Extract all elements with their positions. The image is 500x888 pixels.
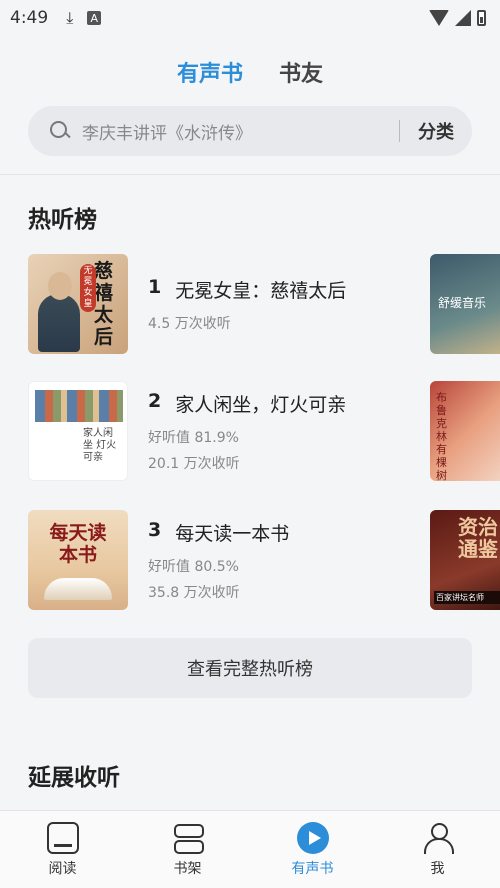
- view-full-ranking-button[interactable]: 查看完整热听榜: [28, 638, 472, 698]
- book-title: 每天读一本书: [175, 522, 290, 545]
- download-icon: ⤓: [66, 8, 74, 27]
- bookshelf-icon: [172, 822, 204, 854]
- top-tabs: 有声书 书友: [0, 52, 500, 92]
- header-divider: [0, 174, 500, 175]
- book-cover: 每天读本书: [28, 510, 128, 610]
- side-cover-subtitle: 百家讲坛名师: [434, 591, 500, 604]
- book-title: 家人闲坐，灯火可亲: [175, 393, 347, 416]
- nav-label: 我: [430, 860, 445, 877]
- nav-item-audiobook[interactable]: 有声书: [250, 811, 375, 888]
- signal-icon: [455, 10, 471, 26]
- rank-number: 3: [148, 518, 162, 541]
- nav-item-read[interactable]: 阅读: [0, 811, 125, 888]
- play-count: 4.5 万次收听: [148, 315, 231, 332]
- side-cover-title: 资治通鉴: [458, 515, 498, 561]
- category-button[interactable]: 分类: [418, 118, 454, 144]
- side-book-cover-3[interactable]: 资治通鉴 百家讲坛名师: [430, 510, 500, 610]
- play-count: 35.8 万次收听: [148, 584, 240, 601]
- rating: 好听值 80.5%: [148, 558, 239, 575]
- rank-item-1[interactable]: 慈禧太后 无冕女皇 1 无冕女皇：慈禧太后 4.5 万次收听: [28, 254, 428, 354]
- profile-icon: [422, 822, 454, 854]
- rank-item-2[interactable]: 家人闲坐 灯火可亲 2 家人闲坐，灯火可亲 好听值 81.9% 20.1 万次收…: [28, 381, 428, 481]
- side-book-cover-2[interactable]: 布鲁克林有棵树: [430, 381, 500, 481]
- extend-section-title: 延展收听: [28, 765, 120, 791]
- nav-item-me[interactable]: 我: [375, 811, 500, 888]
- cover-title: 家人闲坐 灯火可亲: [83, 428, 117, 463]
- side-cover-title: 舒缓音乐: [438, 296, 487, 310]
- search-bar[interactable]: 李庆丰讲评《水浒传》 分类: [28, 106, 472, 156]
- battery-icon: [477, 10, 486, 26]
- book-cover: 家人闲坐 灯火可亲: [28, 381, 128, 481]
- nav-item-bookshelf[interactable]: 书架: [125, 811, 250, 888]
- hot-section-title: 热听榜: [28, 207, 97, 233]
- a-badge-icon: A: [87, 11, 102, 25]
- cover-badge: 无冕女皇: [80, 264, 96, 312]
- read-icon: [46, 821, 79, 854]
- bottom-nav: 阅读 书架 有声书 我: [0, 810, 500, 888]
- tab-book-friends[interactable]: 书友: [279, 56, 323, 88]
- rank-item-3[interactable]: 每天读本书 3 每天读一本书 好听值 80.5% 35.8 万次收听: [28, 510, 428, 610]
- rank-number: 2: [148, 389, 162, 412]
- status-time: 4:49: [10, 8, 49, 28]
- wifi-icon: [429, 10, 449, 26]
- nav-label: 书架: [173, 860, 202, 877]
- audiobook-play-icon: [296, 821, 329, 854]
- nav-label: 有声书: [291, 860, 334, 877]
- nav-label: 阅读: [48, 860, 77, 877]
- cover-title: 慈禧太后: [94, 260, 114, 348]
- play-count: 20.1 万次收听: [148, 455, 240, 472]
- side-cover-title: 布鲁克林有棵树: [436, 391, 447, 481]
- book-title: 无冕女皇：慈禧太后: [175, 279, 347, 302]
- rating: 好听值 81.9%: [148, 429, 239, 446]
- search-icon: [50, 121, 70, 141]
- search-input[interactable]: 李庆丰讲评《水浒传》: [82, 119, 381, 144]
- cover-title: 每天读本书: [49, 522, 107, 566]
- search-divider: [399, 120, 400, 142]
- book-cover: 慈禧太后 无冕女皇: [28, 254, 128, 354]
- side-book-cover-1[interactable]: 舒缓音乐: [430, 254, 500, 354]
- rank-number: 1: [148, 275, 162, 298]
- status-bar: 4:49 ⤓ A: [0, 0, 500, 36]
- tab-audiobook[interactable]: 有声书: [177, 56, 243, 88]
